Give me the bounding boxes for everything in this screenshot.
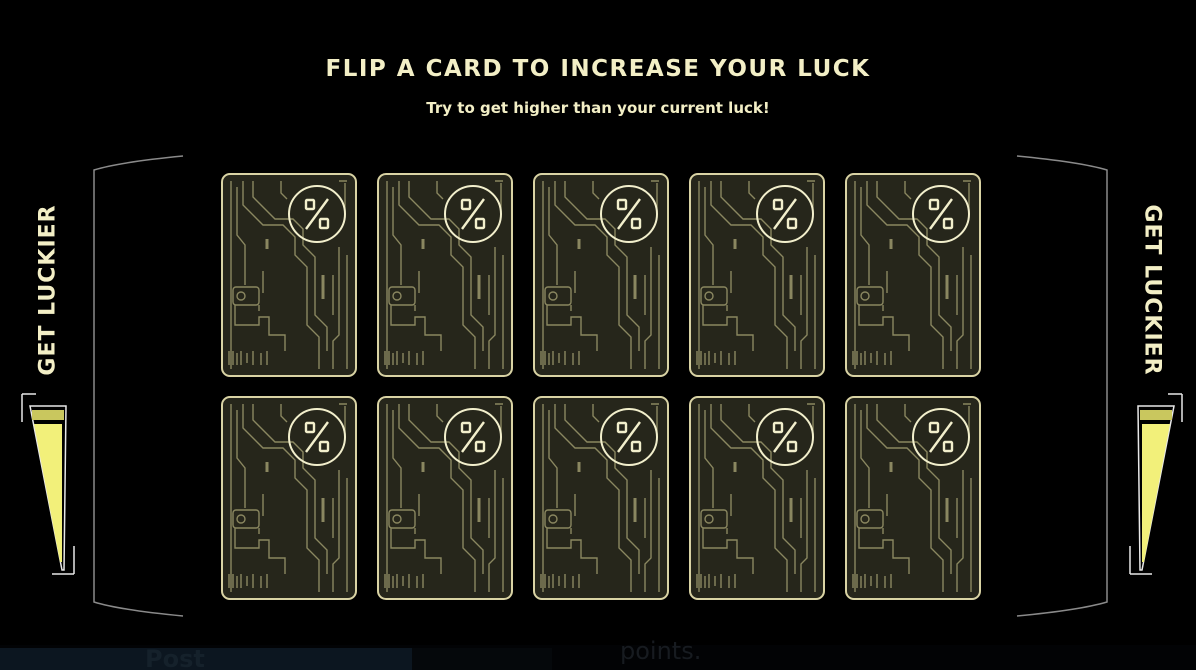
card-3[interactable] [533,173,669,377]
background-page-peek: Post points. [0,637,1196,670]
luck-meter-left-fill [34,424,62,562]
card-10[interactable] [845,396,981,600]
percent-icon [912,185,970,243]
percent-icon [444,408,502,466]
card-7[interactable] [377,396,513,600]
card-9[interactable] [689,396,825,600]
luck-meter-right-fill [1142,424,1170,562]
background-text-left: Post [145,645,205,670]
card-2[interactable] [377,173,513,377]
percent-icon [912,408,970,466]
luck-meter-left [21,393,75,575]
card-5[interactable] [845,173,981,377]
background-text-right: points. [620,637,702,665]
percent-icon [756,408,814,466]
card-1[interactable] [221,173,357,377]
get-luckier-label-left: GET LUCKIER [35,204,61,376]
get-luckier-label-right: GET LUCKIER [1139,204,1165,376]
percent-icon [600,185,658,243]
percent-icon [444,185,502,243]
percent-icon [288,185,346,243]
card-4[interactable] [689,173,825,377]
percent-icon [600,408,658,466]
percent-icon [288,408,346,466]
percent-icon [756,185,814,243]
card-8[interactable] [533,396,669,600]
luck-meter-right [1129,393,1183,575]
card-6[interactable] [221,396,357,600]
